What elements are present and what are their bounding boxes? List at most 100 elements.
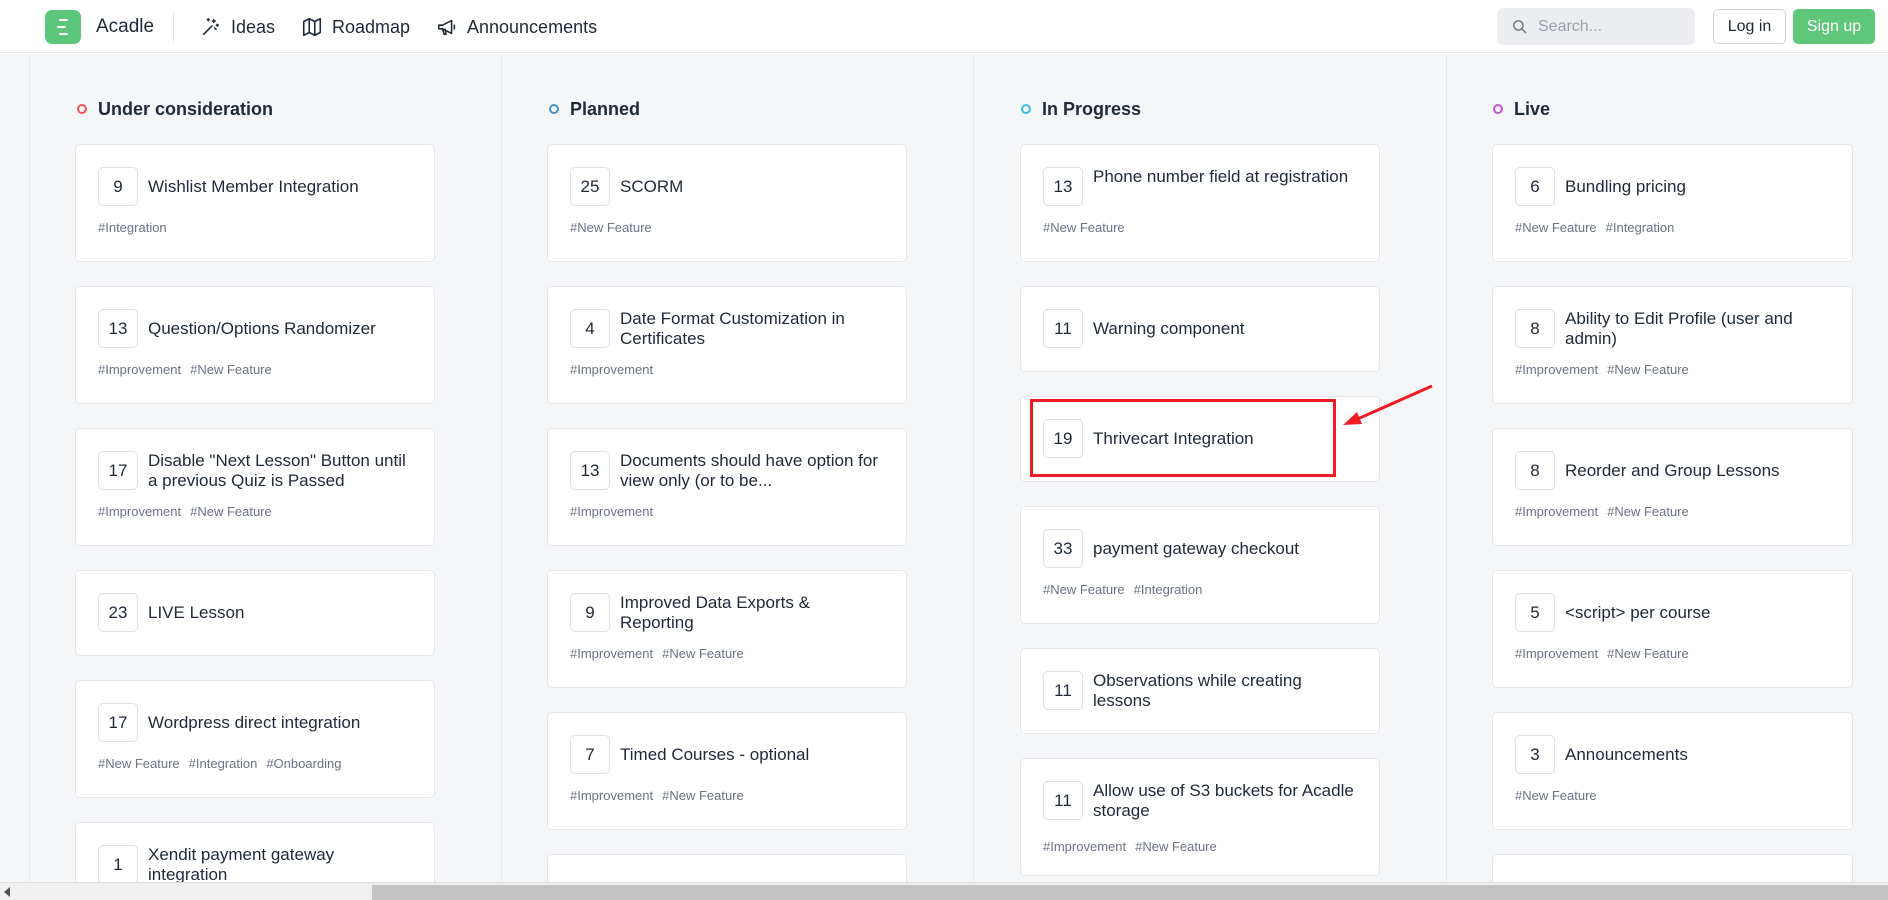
search-box[interactable] xyxy=(1497,8,1695,45)
idea-card[interactable]: 13 Documents should have option for view… xyxy=(547,428,907,546)
tag[interactable]: #Improvement xyxy=(570,646,653,661)
roadmap-board: Under consideration Planned In Progress … xyxy=(0,54,1888,882)
idea-card[interactable]: 11 Observations while creating lessons xyxy=(1020,648,1380,734)
idea-card[interactable]: 13 Question/Options Randomizer #Improvem… xyxy=(75,286,435,404)
tag[interactable]: #New Feature xyxy=(1607,646,1689,661)
tag[interactable]: #New Feature xyxy=(1515,788,1597,803)
idea-card-thrivecart[interactable]: 19 Thrivecart Integration xyxy=(1020,396,1380,482)
nav-roadmap[interactable]: Roadmap xyxy=(301,14,410,40)
vote-count[interactable]: 17 xyxy=(98,703,138,742)
acadle-logo-icon[interactable] xyxy=(45,10,81,44)
vote-count[interactable]: 4 xyxy=(570,309,610,348)
vote-count[interactable]: 11 xyxy=(1043,309,1083,348)
tag[interactable]: #New Feature xyxy=(190,504,272,519)
tag[interactable]: #New Feature xyxy=(1515,220,1597,235)
brand-name[interactable]: Acadle xyxy=(96,16,154,38)
idea-card[interactable]: 1 Xendit payment gateway integration xyxy=(75,822,435,882)
tag[interactable]: #New Feature xyxy=(1135,839,1217,854)
vote-count[interactable]: 33 xyxy=(1043,529,1083,568)
tag[interactable]: #Improvement xyxy=(1515,646,1598,661)
idea-card[interactable]: 13 Phone number field at registration #N… xyxy=(1020,144,1380,262)
tag[interactable]: #New Feature xyxy=(662,646,744,661)
idea-title: Timed Courses - optional xyxy=(620,745,810,764)
signup-button[interactable]: Sign up xyxy=(1793,9,1875,44)
vote-count[interactable]: 5 xyxy=(1515,593,1555,632)
tag[interactable]: #Improvement xyxy=(98,504,181,519)
vote-count[interactable]: 23 xyxy=(98,593,138,632)
idea-card[interactable]: 3 Announcements #New Feature xyxy=(1492,712,1853,830)
vote-count[interactable]: 8 xyxy=(1515,451,1555,490)
tag[interactable]: #Improvement xyxy=(1515,362,1598,377)
tag[interactable]: #Improvement xyxy=(570,362,653,377)
tag[interactable]: #Improvement xyxy=(1515,504,1598,519)
tag[interactable]: #Improvement xyxy=(570,788,653,803)
vote-count[interactable]: 11 xyxy=(1043,781,1083,820)
tag[interactable]: #Improvement xyxy=(1043,839,1126,854)
vote-count[interactable]: 13 xyxy=(570,451,610,490)
idea-card[interactable]: 4 Date Format Customization in Certifica… xyxy=(547,286,907,404)
idea-card[interactable]: 9 Improved Data Exports & Reporting #Imp… xyxy=(547,570,907,688)
idea-card[interactable]: 7 Timed Courses - optional #Improvement … xyxy=(547,712,907,830)
tag[interactable]: #Improvement xyxy=(98,362,181,377)
nav-ideas[interactable]: Ideas xyxy=(200,14,275,40)
idea-card[interactable]: 17 Disable "Next Lesson" Button until a … xyxy=(75,428,435,546)
idea-card-partial[interactable] xyxy=(1492,854,1853,882)
idea-card[interactable]: 5 <script> per course #Improvement #New … xyxy=(1492,570,1853,688)
scrollbar-thumb[interactable] xyxy=(372,885,1888,900)
tag-list: #Improvement #New Feature xyxy=(1043,839,1217,854)
nav-ideas-label: Ideas xyxy=(231,16,276,37)
idea-card[interactable]: 6 Bundling pricing #New Feature #Integra… xyxy=(1492,144,1853,262)
idea-card[interactable]: 23 LIVE Lesson xyxy=(75,570,435,656)
vote-count[interactable]: 8 xyxy=(1515,309,1555,348)
idea-card[interactable]: 33 payment gateway checkout #New Feature… xyxy=(1020,506,1380,624)
tag[interactable]: #Integration xyxy=(1134,582,1203,597)
tag[interactable]: #New Feature xyxy=(190,362,272,377)
idea-card[interactable]: 9 Wishlist Member Integration #Integrati… xyxy=(75,144,435,262)
tag[interactable]: #New Feature xyxy=(1607,504,1689,519)
vote-count[interactable]: 6 xyxy=(1515,167,1555,206)
tag[interactable]: #New Feature xyxy=(662,788,744,803)
nav-announcements[interactable]: Announcements xyxy=(436,14,597,40)
tag[interactable]: #Integration xyxy=(1606,220,1675,235)
idea-card[interactable]: 17 Wordpress direct integration #New Fea… xyxy=(75,680,435,798)
tag-list: #Improvement xyxy=(570,362,653,377)
horizontal-scrollbar[interactable] xyxy=(0,882,1888,900)
scroll-left-arrow-icon[interactable] xyxy=(4,887,10,897)
tag[interactable]: #Integration xyxy=(189,756,258,771)
vote-count[interactable]: 25 xyxy=(570,167,610,206)
idea-title: Wordpress direct integration xyxy=(148,713,361,732)
column-title: Planned xyxy=(570,98,641,119)
tag[interactable]: #Onboarding xyxy=(266,756,341,771)
tag[interactable]: #New Feature xyxy=(570,220,652,235)
idea-card[interactable]: 11 Warning component xyxy=(1020,286,1380,372)
vote-count[interactable]: 13 xyxy=(98,309,138,348)
tag[interactable]: #Improvement xyxy=(570,504,653,519)
login-button[interactable]: Log in xyxy=(1713,9,1786,44)
vote-count[interactable]: 17 xyxy=(98,451,138,490)
idea-card-partial[interactable] xyxy=(547,854,907,882)
idea-card[interactable]: 8 Ability to Edit Profile (user and admi… xyxy=(1492,286,1853,404)
tag[interactable]: #Integration xyxy=(98,220,167,235)
tag-list: #Improvement #New Feature xyxy=(1515,646,1689,661)
vote-count[interactable]: 19 xyxy=(1043,419,1083,458)
idea-card[interactable]: 8 Reorder and Group Lessons #Improvement… xyxy=(1492,428,1853,546)
tag[interactable]: #New Feature xyxy=(98,756,180,771)
vote-count[interactable]: 3 xyxy=(1515,735,1555,774)
column-header-in-progress: In Progress xyxy=(1021,96,1141,122)
idea-title: Improved Data Exports & Reporting xyxy=(620,593,810,632)
idea-card[interactable]: 25 SCORM #New Feature xyxy=(547,144,907,262)
idea-title: Documents should have option for view on… xyxy=(620,451,878,490)
vote-count[interactable]: 1 xyxy=(98,845,138,882)
idea-title: Wishlist Member Integration xyxy=(148,177,359,196)
vote-count[interactable]: 9 xyxy=(98,167,138,206)
vote-count[interactable]: 11 xyxy=(1043,671,1083,710)
tag[interactable]: #New Feature xyxy=(1043,220,1125,235)
tag[interactable]: #New Feature xyxy=(1607,362,1689,377)
vote-count[interactable]: 13 xyxy=(1043,167,1083,206)
idea-card[interactable]: 11 Allow use of S3 buckets for Acadle st… xyxy=(1020,758,1380,876)
vote-count[interactable]: 9 xyxy=(570,593,610,632)
tag[interactable]: #New Feature xyxy=(1043,582,1125,597)
vote-count[interactable]: 7 xyxy=(570,735,610,774)
search-input[interactable] xyxy=(1538,17,1688,36)
tag-list: #Improvement #New Feature xyxy=(1515,362,1689,377)
